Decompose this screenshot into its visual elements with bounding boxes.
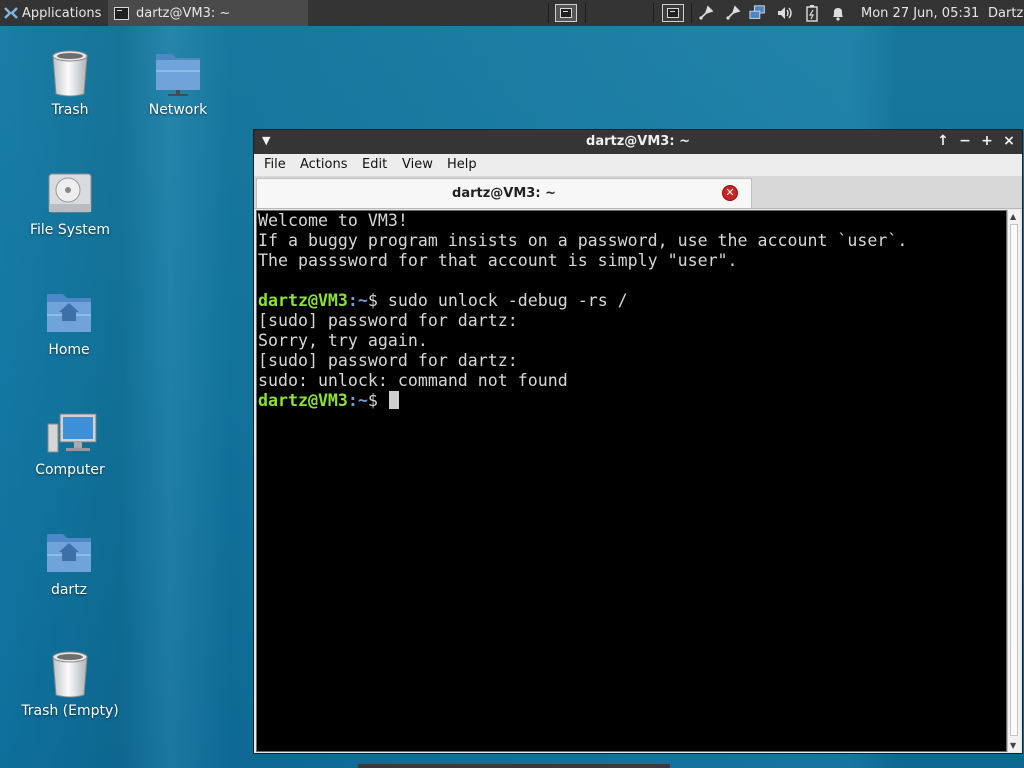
- user-menu-button[interactable]: Dartz: [988, 0, 1024, 26]
- tab-label: dartz@VM3: ~: [452, 186, 556, 201]
- terminal-line: The passsword for that account is simply…: [258, 251, 738, 270]
- tab-strip: dartz@VM3: ~ ✕: [254, 176, 1022, 209]
- terminal-line: [sudo] password for dartz:: [258, 351, 518, 370]
- prompt-symbol: $: [367, 391, 378, 410]
- desktop-icon-label: dartz: [50, 582, 88, 598]
- top-panel: Applications dartz@VM3: ~ Mon 27 Jun, 05…: [0, 0, 1024, 26]
- terminal-icon: [114, 6, 129, 20]
- menu-file[interactable]: File: [264, 157, 286, 172]
- notifications-bell-icon[interactable]: [829, 0, 847, 26]
- terminal-line: If a buggy program insists on a password…: [258, 231, 908, 250]
- home-folder-icon: [45, 528, 93, 576]
- tab-close-icon[interactable]: ✕: [722, 185, 738, 201]
- prompt-path: :~: [347, 291, 368, 310]
- applications-label: Applications: [22, 5, 102, 21]
- network-link-icon[interactable]: [724, 0, 742, 26]
- terminal-line: [sudo] password for dartz:: [258, 311, 518, 330]
- scroll-down-icon[interactable]: ▼: [1010, 741, 1016, 750]
- terminal-window: ▼ dartz@VM3: ~ ↑ − + × File Actions Edit…: [253, 129, 1023, 754]
- desktop-icon-dartz[interactable]: dartz: [14, 528, 124, 598]
- prompt-symbol: $: [367, 291, 378, 310]
- scrollbar-thumb[interactable]: [1010, 224, 1018, 736]
- terminal-line: sudo: unlock: command not found: [258, 371, 568, 390]
- computer-icon: [46, 408, 97, 456]
- desktop-icon-label: Network: [148, 102, 208, 118]
- tab-terminal[interactable]: dartz@VM3: ~ ✕: [256, 178, 752, 208]
- panel-separator: [548, 3, 549, 23]
- window-maximize-button[interactable]: +: [978, 133, 996, 149]
- battery-icon[interactable]: [803, 0, 821, 26]
- tray-terminal-icon: [667, 8, 679, 18]
- terminal-cursor: [388, 391, 399, 409]
- xfce-logo-icon: [4, 7, 18, 19]
- desktop-icon-label: Home: [48, 342, 90, 358]
- desktop-icon-trash-empty[interactable]: Trash (Empty): [15, 649, 125, 719]
- terminal-scrollbar[interactable]: ▲ ▼: [1007, 210, 1020, 752]
- workspace-terminal-icon: [560, 8, 572, 18]
- menu-edit[interactable]: Edit: [362, 157, 387, 172]
- desktop-icon-label: Trash: [51, 102, 89, 118]
- panel-clock[interactable]: Mon 27 Jun, 05:31: [861, 0, 983, 26]
- menubar: File Actions Edit View Help: [254, 154, 1022, 176]
- terminal-line: Welcome to VM3!: [258, 211, 408, 230]
- tray-terminal-button[interactable]: [659, 0, 687, 26]
- panel-separator: [653, 3, 654, 23]
- desktop-icon-trash[interactable]: Trash: [15, 48, 125, 118]
- desktop-icon-computer[interactable]: Computer: [15, 408, 125, 478]
- window-close-button[interactable]: ×: [1000, 133, 1018, 149]
- menu-view[interactable]: View: [402, 157, 433, 172]
- prompt-host: dartz@VM3: [258, 391, 348, 410]
- network-wired-icon[interactable]: [697, 0, 715, 26]
- menu-help[interactable]: Help: [447, 157, 477, 172]
- desktop-icon-label: File System: [29, 222, 111, 238]
- scroll-up-icon[interactable]: ▲: [1010, 212, 1016, 221]
- applications-menu-button[interactable]: Applications: [0, 0, 109, 26]
- bottom-dock-edge: [358, 764, 670, 768]
- window-title: dartz@VM3: ~: [586, 134, 690, 149]
- hard-drive-icon: [46, 168, 94, 216]
- panel-separator: [691, 3, 692, 23]
- home-folder-icon: [45, 288, 93, 336]
- taskbar-terminal-button[interactable]: dartz@VM3: ~: [108, 0, 308, 26]
- panel-separator: [585, 3, 586, 23]
- desktop-icon-home[interactable]: Home: [14, 288, 124, 358]
- window-minimize-button[interactable]: −: [956, 133, 974, 149]
- menu-actions[interactable]: Actions: [300, 157, 348, 172]
- trash-icon: [46, 649, 94, 698]
- desktop-icon-file-system[interactable]: File System: [15, 168, 125, 238]
- volume-icon[interactable]: [776, 0, 794, 26]
- window-titlebar[interactable]: ▼ dartz@VM3: ~ ↑ − + ×: [254, 130, 1022, 154]
- desktop-icon-label: Trash (Empty): [21, 703, 119, 719]
- workspace-switcher[interactable]: [553, 0, 579, 26]
- network-folder-icon: [154, 48, 202, 96]
- taskbar-terminal-label: dartz@VM3: ~: [136, 5, 231, 21]
- terminal-command: sudo unlock -debug -rs /: [377, 291, 628, 310]
- terminal-output[interactable]: Welcome to VM3! If a buggy program insis…: [256, 210, 1007, 752]
- network-manager-icon[interactable]: [749, 0, 767, 26]
- window-above-button[interactable]: ↑: [934, 133, 952, 149]
- terminal-line: Sorry, try again.: [258, 331, 428, 350]
- prompt-path: :~: [347, 391, 368, 410]
- trash-icon: [46, 48, 94, 97]
- desktop-icon-label: Computer: [35, 462, 105, 478]
- prompt-host: dartz@VM3: [258, 291, 348, 310]
- desktop-icon-network[interactable]: Network: [123, 48, 233, 118]
